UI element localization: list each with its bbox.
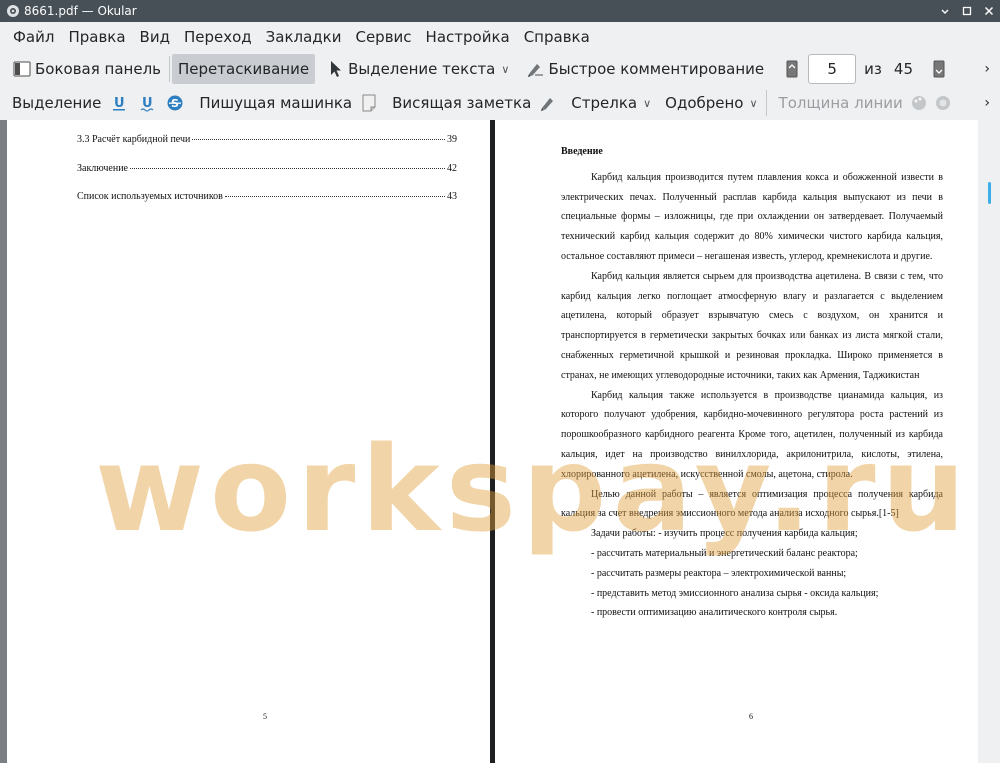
- minimize-icon[interactable]: [934, 0, 956, 22]
- stamp-tool-button[interactable]: Одобрено ∨: [659, 88, 763, 118]
- menu-file[interactable]: Файл: [6, 24, 61, 50]
- typewriter-tool-label: Пишущая машинка: [199, 94, 353, 112]
- toc-entry-title: Заключение: [77, 163, 128, 174]
- vertical-scrollbar[interactable]: [978, 120, 1000, 763]
- menu-edit[interactable]: Правка: [61, 24, 132, 50]
- toc-entry[interactable]: 3.3 Расчёт карбидной печи 39: [77, 134, 457, 145]
- sticky-note-icon[interactable]: [358, 92, 380, 114]
- task-item: - рассчитать размеры реактора – электрох…: [591, 567, 847, 579]
- toolbar-separator: [169, 56, 170, 82]
- highlight-tool-button[interactable]: Выделение: [6, 88, 107, 118]
- quick-comment-button[interactable]: Быстрое комментирование: [519, 54, 770, 84]
- toc-entry-title: Список используемых источников: [77, 191, 223, 202]
- toc-entry-page: 42: [447, 163, 457, 174]
- chevron-down-icon[interactable]: ∨: [501, 63, 509, 76]
- arrow-tool-button[interactable]: Стрелка ∨: [565, 88, 657, 118]
- chevron-down-icon[interactable]: ∨: [643, 97, 651, 110]
- opacity-icon[interactable]: [933, 93, 953, 113]
- sidebar-button[interactable]: Боковая панель: [6, 54, 167, 84]
- drag-mode-label: Перетаскивание: [178, 60, 310, 78]
- toc-dot-leader: [224, 196, 445, 197]
- quick-comment-label: Быстрое комментирование: [548, 60, 765, 78]
- menu-view[interactable]: Вид: [133, 24, 177, 50]
- previous-page-icon[interactable]: [782, 59, 802, 79]
- line-width-button[interactable]: Толщина линии: [773, 88, 909, 118]
- toolbar-overflow-chevron-icon[interactable]: ›: [984, 61, 990, 77]
- toolbar-separator: [765, 90, 767, 116]
- page-total: 45: [893, 60, 913, 78]
- line-width-label: Толщина линии: [778, 94, 903, 112]
- close-icon[interactable]: [978, 0, 1000, 22]
- cursor-arrow-icon: [325, 59, 345, 79]
- page-body: Введение Карбид кальция производится пут…: [561, 142, 943, 623]
- menu-help[interactable]: Справка: [517, 24, 597, 50]
- page-of-label: из: [864, 60, 882, 78]
- page-number-input[interactable]: 5: [808, 54, 857, 84]
- toc-entry-title: 3.3 Расчёт карбидной печи: [77, 134, 191, 145]
- section-heading: Введение: [561, 146, 603, 157]
- menu-settings[interactable]: Настройка: [419, 24, 517, 50]
- color-palette-icon[interactable]: [909, 93, 929, 113]
- task-item: - рассчитать материальный и энергетическ…: [591, 547, 858, 559]
- stamp-tool-label: Одобрено: [665, 94, 744, 112]
- drag-mode-button[interactable]: Перетаскивание: [172, 54, 316, 84]
- arrow-tool-label: Стрелка: [571, 94, 638, 112]
- menu-go[interactable]: Переход: [177, 24, 259, 50]
- title-bar: 8661.pdf — Okular: [0, 0, 1000, 22]
- pdf-page-5: 3.3 Расчёт карбидной печи 39 Заключение …: [7, 120, 490, 763]
- toc-entry-page: 39: [447, 134, 457, 145]
- typewriter-tool-button[interactable]: Пишущая машинка: [193, 88, 358, 118]
- body-paragraph: Целью данной работы – является оптимизац…: [561, 488, 943, 520]
- sticky-note-tool-button[interactable]: Висящая заметка: [386, 88, 537, 118]
- underline-icon[interactable]: U: [107, 91, 131, 115]
- text-select-label: Выделение текста: [348, 60, 496, 78]
- task-item: - представить метод эмиссионного анализа…: [591, 587, 879, 599]
- sticky-note-tool-label: Висящая заметка: [392, 94, 532, 112]
- body-paragraph: Карбид кальция также используется в прои…: [561, 389, 943, 480]
- annotation-toolbar: Выделение U U S Пишущая машинка Висящая …: [0, 86, 1000, 120]
- body-paragraph: Карбид кальция является сырьем для произ…: [561, 270, 943, 381]
- pdf-page-6: Введение Карбид кальция производится пут…: [495, 120, 978, 763]
- freehand-pen-icon[interactable]: [537, 92, 559, 114]
- toc-entry[interactable]: Список используемых источников 43: [77, 191, 457, 202]
- sidebar-icon: [12, 59, 32, 79]
- toolbar-overflow-chevron-icon[interactable]: ›: [984, 95, 990, 111]
- chevron-down-icon[interactable]: ∨: [749, 97, 757, 110]
- toc-dot-leader: [192, 139, 445, 140]
- toc-dot-leader: [130, 168, 445, 169]
- svg-text:U: U: [114, 96, 125, 111]
- okular-app-icon[interactable]: [6, 4, 20, 18]
- page-number-footer: 6: [749, 712, 753, 721]
- next-page-icon[interactable]: [929, 59, 949, 79]
- highlight-tool-label: Выделение: [12, 94, 102, 112]
- scrollbar-handle[interactable]: [988, 182, 991, 204]
- sidebar-label: Боковая панель: [35, 60, 161, 78]
- highlighter-pen-icon: [525, 59, 545, 79]
- toc-entry-page: 43: [447, 191, 457, 202]
- toc-entry[interactable]: Заключение 42: [77, 163, 457, 174]
- window-title: 8661.pdf — Okular: [24, 4, 137, 18]
- menu-bar: Файл Правка Вид Переход Закладки Сервис …: [0, 22, 1000, 52]
- maximize-icon[interactable]: [956, 0, 978, 22]
- task-item: Задачи работы: - изучить процесс получен…: [591, 528, 858, 540]
- main-toolbar: Боковая панель Перетаскивание Выделение …: [0, 52, 1000, 86]
- text-select-button[interactable]: Выделение текста ∨: [319, 54, 515, 84]
- menu-tools[interactable]: Сервис: [348, 24, 418, 50]
- body-paragraph: Карбид кальция производится путем плавле…: [561, 171, 943, 262]
- page-number-footer: 5: [263, 712, 267, 721]
- menu-bookmarks[interactable]: Закладки: [259, 24, 349, 50]
- task-item: - провести оптимизацию аналитического ко…: [591, 607, 838, 619]
- squiggly-underline-icon[interactable]: U: [135, 91, 159, 115]
- document-view[interactable]: 3.3 Расчёт карбидной печи 39 Заключение …: [0, 120, 1000, 763]
- strikeout-icon[interactable]: S: [163, 91, 187, 115]
